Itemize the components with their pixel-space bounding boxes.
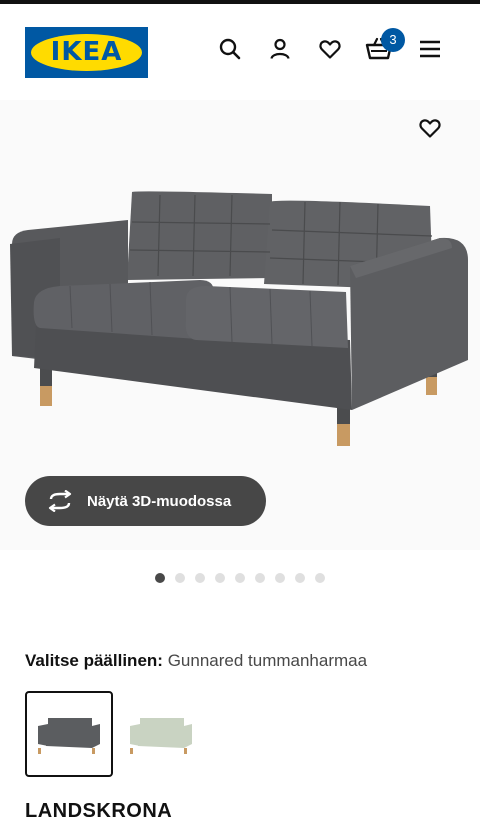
gallery-dot[interactable]: [215, 573, 225, 583]
gallery-dot[interactable]: [315, 573, 325, 583]
account-button[interactable]: [265, 34, 295, 64]
gallery-dot[interactable]: [195, 573, 205, 583]
cover-selection-label: Valitse päällinen: Gunnared tummanharmaa: [25, 651, 367, 671]
cart-count-badge: 3: [381, 28, 405, 52]
gallery-dot[interactable]: [155, 573, 165, 583]
cover-label-title: Valitse päällinen:: [25, 651, 163, 670]
gallery-dot[interactable]: [275, 573, 285, 583]
gallery-dot[interactable]: [235, 573, 245, 583]
cover-swatch-light-green[interactable]: [117, 691, 205, 777]
heart-icon: [319, 40, 341, 59]
menu-button[interactable]: [415, 34, 445, 64]
wishlist-button[interactable]: [315, 34, 345, 64]
rotate-3d-icon: [45, 489, 75, 513]
gallery-dot[interactable]: [175, 573, 185, 583]
ikea-logo[interactable]: IKEA: [25, 27, 148, 78]
account-icon: [270, 38, 290, 59]
product-name: LANDSKRONA: [25, 800, 173, 822]
heart-icon: [419, 119, 441, 138]
gallery-dot[interactable]: [255, 573, 265, 583]
search-icon: [219, 38, 241, 60]
add-to-wishlist-button[interactable]: [414, 113, 446, 143]
menu-icon: [420, 40, 440, 58]
cover-swatch-dark-grey[interactable]: [25, 691, 113, 777]
logo-wordmark: IKEA: [50, 37, 123, 67]
sofa-image: [10, 191, 468, 446]
view-3d-label: Näytä 3D-muodossa: [87, 492, 232, 510]
cover-label-value: Gunnared tummanharmaa: [167, 651, 368, 670]
sofa-thumbnail: [130, 718, 192, 754]
search-button[interactable]: [215, 34, 245, 64]
gallery-dot[interactable]: [295, 573, 305, 583]
gallery-pagination: [155, 573, 325, 583]
view-3d-button[interactable]: Näytä 3D-muodossa: [25, 476, 266, 526]
sofa-thumbnail: [38, 718, 100, 754]
